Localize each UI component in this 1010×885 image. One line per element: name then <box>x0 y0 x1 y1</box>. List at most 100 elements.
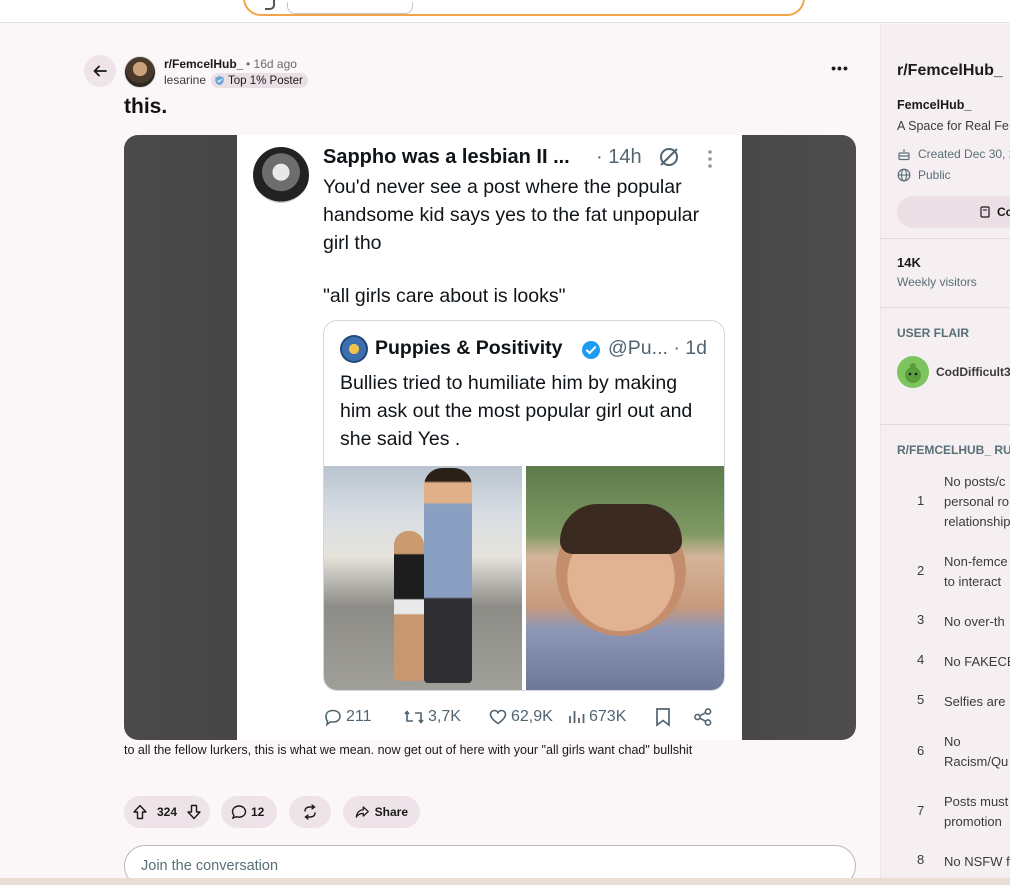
rule-text: Posts must <box>944 794 1009 809</box>
sidebar-title: r/FemcelHub_ <box>897 62 1003 79</box>
flair-username[interactable]: CodDifficult33 <box>936 365 1010 379</box>
window-bottom-edge <box>0 878 1010 885</box>
community-guide-label: Co <box>997 205 1010 219</box>
view-count: 673K <box>589 708 627 725</box>
created-date: Created Dec 30, 2 <box>897 146 1010 162</box>
rule-text: to interact <box>944 574 1002 589</box>
crosspost-icon <box>304 804 316 820</box>
reply-icon <box>325 709 341 727</box>
rule-text: No posts/c <box>944 474 1006 489</box>
snoo-avatar <box>897 356 929 388</box>
vote-control: 324 <box>124 796 210 828</box>
snoo-icon <box>905 363 921 383</box>
rule-number: 1 <box>917 493 925 508</box>
tweet-views: 673K <box>568 703 626 731</box>
rule-number: 7 <box>917 803 925 818</box>
arrow-left-icon <box>93 65 107 77</box>
tweet-reposts: 3,7K <box>403 703 461 731</box>
comments-button[interactable]: 12 <box>221 796 277 828</box>
heart-icon <box>489 709 507 725</box>
author-link[interactable]: lesarine <box>164 73 206 87</box>
reply-count: 211 <box>346 708 372 725</box>
weekly-visitors-label: Weekly visitors <box>897 275 977 289</box>
post-body-text: to all the fellow lurkers, this is what … <box>124 743 693 757</box>
post-media[interactable]: Sappho was a lesbian II ... · 14h You'd … <box>124 135 856 740</box>
rule-number: 6 <box>917 743 925 758</box>
weekly-visitors-count: 14K <box>897 255 921 270</box>
rule-text: personal ro <box>944 494 1010 509</box>
upvote-icon[interactable] <box>132 804 148 820</box>
author-avatar[interactable] <box>124 56 156 88</box>
rule-text: No FAKECE <box>944 654 1010 669</box>
comment-count: 12 <box>251 805 265 819</box>
rule-number: 5 <box>917 692 925 707</box>
rule-item[interactable]: 7 Posts must promotion <box>881 792 1010 832</box>
rule-text: Non-femce <box>944 554 1008 569</box>
rule-text: promotion <box>944 814 1002 829</box>
quoted-text: Bullies tried to humiliate him by making… <box>340 372 693 450</box>
user-flair-badge: Top 1% Poster <box>211 73 308 88</box>
vote-count: 324 <box>156 805 178 819</box>
share-button[interactable]: Share <box>343 796 420 828</box>
comment-input-placeholder: Join the conversation <box>141 858 279 874</box>
subreddit-link[interactable]: r/FemcelHub_ <box>164 57 243 71</box>
tweet-likes: 62,9K <box>488 703 553 731</box>
comment-icon <box>231 805 247 820</box>
rule-item[interactable]: 6 No Racism/Qu <box>881 732 1010 772</box>
rules-heading: R/FEMCELHUB_ RULE <box>897 443 1010 457</box>
quoted-photo-couple <box>324 466 522 690</box>
rule-text: relationship <box>944 514 1010 529</box>
quoted-photo-portrait <box>526 466 724 690</box>
tweet-time: · 14h <box>596 146 642 168</box>
visibility: Public <box>897 167 951 183</box>
rule-text: No <box>944 734 961 749</box>
rule-text: No NSFW f <box>944 854 1010 869</box>
divider <box>881 424 1010 425</box>
more-options-button[interactable]: ••• <box>826 60 854 80</box>
share-label: Share <box>374 805 408 819</box>
verified-badge-icon <box>582 341 600 359</box>
community-guide-button[interactable]: Co <box>897 196 1010 228</box>
repost-icon <box>404 710 424 724</box>
share-arrow-icon <box>355 806 369 818</box>
tweet-actions: 211 3,7K 62,9K 673K <box>323 703 723 731</box>
divider <box>881 238 1010 239</box>
post-age: • 16d ago <box>246 57 297 71</box>
visibility-label: Public <box>918 168 951 182</box>
quoted-tweet: Puppies & Positivity @Pu... · 1d Bullies… <box>323 320 725 691</box>
post-title: this. <box>124 95 168 118</box>
divider <box>881 307 1010 308</box>
rule-number: 3 <box>917 612 925 627</box>
repost-count: 3,7K <box>428 708 461 725</box>
rule-item[interactable]: 5 Selfies are <box>881 692 1010 712</box>
tweet-author-name: Sappho was a lesbian II ... <box>323 146 570 168</box>
rule-item[interactable]: 3 No over-th <box>881 612 1010 632</box>
views-chart-icon <box>569 711 585 723</box>
search-community-chip[interactable] <box>287 2 413 14</box>
search-bar[interactable] <box>243 0 805 16</box>
downvote-icon[interactable] <box>186 804 202 820</box>
top-bar <box>0 0 1010 23</box>
globe-icon <box>897 168 911 182</box>
rule-item[interactable]: 8 No NSFW f <box>881 852 1010 872</box>
rule-number: 2 <box>917 563 925 578</box>
community-name: FemcelHub_ <box>897 98 972 112</box>
tweet-replies: 211 <box>323 703 372 731</box>
rule-item[interactable]: 1 No posts/c personal ro relationship <box>881 472 1010 532</box>
bookmark-icon <box>656 708 670 727</box>
share-nodes-icon <box>694 708 712 726</box>
mute-icon <box>660 148 678 166</box>
rule-number: 4 <box>917 652 925 667</box>
user-flair-heading: USER FLAIR <box>897 326 969 340</box>
rule-text: Racism/Qu <box>944 754 1009 769</box>
rule-number: 8 <box>917 852 925 867</box>
tweet-more-icon <box>708 150 712 168</box>
rule-item[interactable]: 4 No FAKECE <box>881 652 1010 672</box>
rule-item[interactable]: 2 Non-femce to interact <box>881 552 1010 592</box>
tweet-text: You'd never see a post where the popular… <box>323 176 700 254</box>
created-label: Created Dec 30, 2 <box>918 147 1010 161</box>
community-sidebar: r/FemcelHub_ FemcelHub_ A Space for Real… <box>880 24 1010 885</box>
crosspost-button[interactable] <box>289 796 331 828</box>
back-button[interactable] <box>84 55 116 87</box>
quoted-avatar <box>340 335 368 363</box>
